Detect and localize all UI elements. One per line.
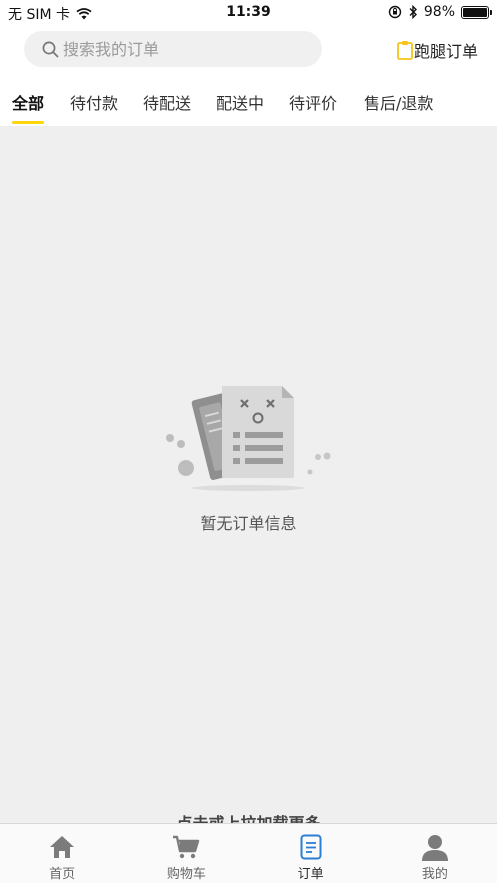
search-icon xyxy=(42,41,59,57)
search-input[interactable] xyxy=(63,39,303,59)
clipboard-icon xyxy=(397,41,413,60)
tab-after-sales[interactable]: 售后/退款 xyxy=(364,90,433,114)
errand-orders-label: 跑腿订单 xyxy=(414,42,479,61)
nav-cart-label: 购物车 xyxy=(166,867,206,882)
nav-profile-label: 我的 xyxy=(421,867,448,882)
tab-pending-payment[interactable]: 待付款 xyxy=(70,90,118,114)
status-bar: 无 SIM 卡 11:39 98% xyxy=(0,0,497,26)
nav-home-label: 首页 xyxy=(49,867,76,882)
tab-all[interactable]: 全部 xyxy=(12,90,44,114)
tab-pending-review[interactable]: 待评价 xyxy=(289,90,337,114)
nav-orders-label: 订单 xyxy=(297,867,324,882)
bluetooth-icon xyxy=(409,5,417,19)
order-icon xyxy=(300,834,322,860)
tab-delivering[interactable]: 配送中 xyxy=(216,90,264,114)
status-right-group: 98% xyxy=(388,4,492,20)
home-icon xyxy=(50,836,75,858)
user-icon xyxy=(421,835,448,861)
nav-orders[interactable]: 订单 xyxy=(249,824,373,883)
battery-fill xyxy=(463,7,487,17)
nav-profile[interactable]: 我的 xyxy=(373,824,497,883)
bottom-navigation: 首页 购物车 订单 我的 xyxy=(0,823,497,883)
errand-orders-button[interactable]: 跑腿订单 xyxy=(396,38,478,62)
rotation-lock-icon xyxy=(388,5,402,19)
empty-state-message: 暂无订单信息 xyxy=(200,514,297,533)
search-bar[interactable] xyxy=(24,31,322,67)
nav-cart[interactable]: 购物车 xyxy=(124,824,248,883)
active-tab-indicator xyxy=(12,121,44,124)
empty-order-illustration xyxy=(166,386,331,491)
nav-home[interactable]: 首页 xyxy=(0,824,124,883)
cart-icon xyxy=(173,835,200,859)
order-tabs: 全部 待付款 待配送 配送中 待评价 售后/退款 xyxy=(0,84,497,126)
tab-pending-delivery[interactable]: 待配送 xyxy=(143,90,191,114)
battery-percent: 98% xyxy=(423,4,455,20)
battery-icon xyxy=(461,5,492,19)
